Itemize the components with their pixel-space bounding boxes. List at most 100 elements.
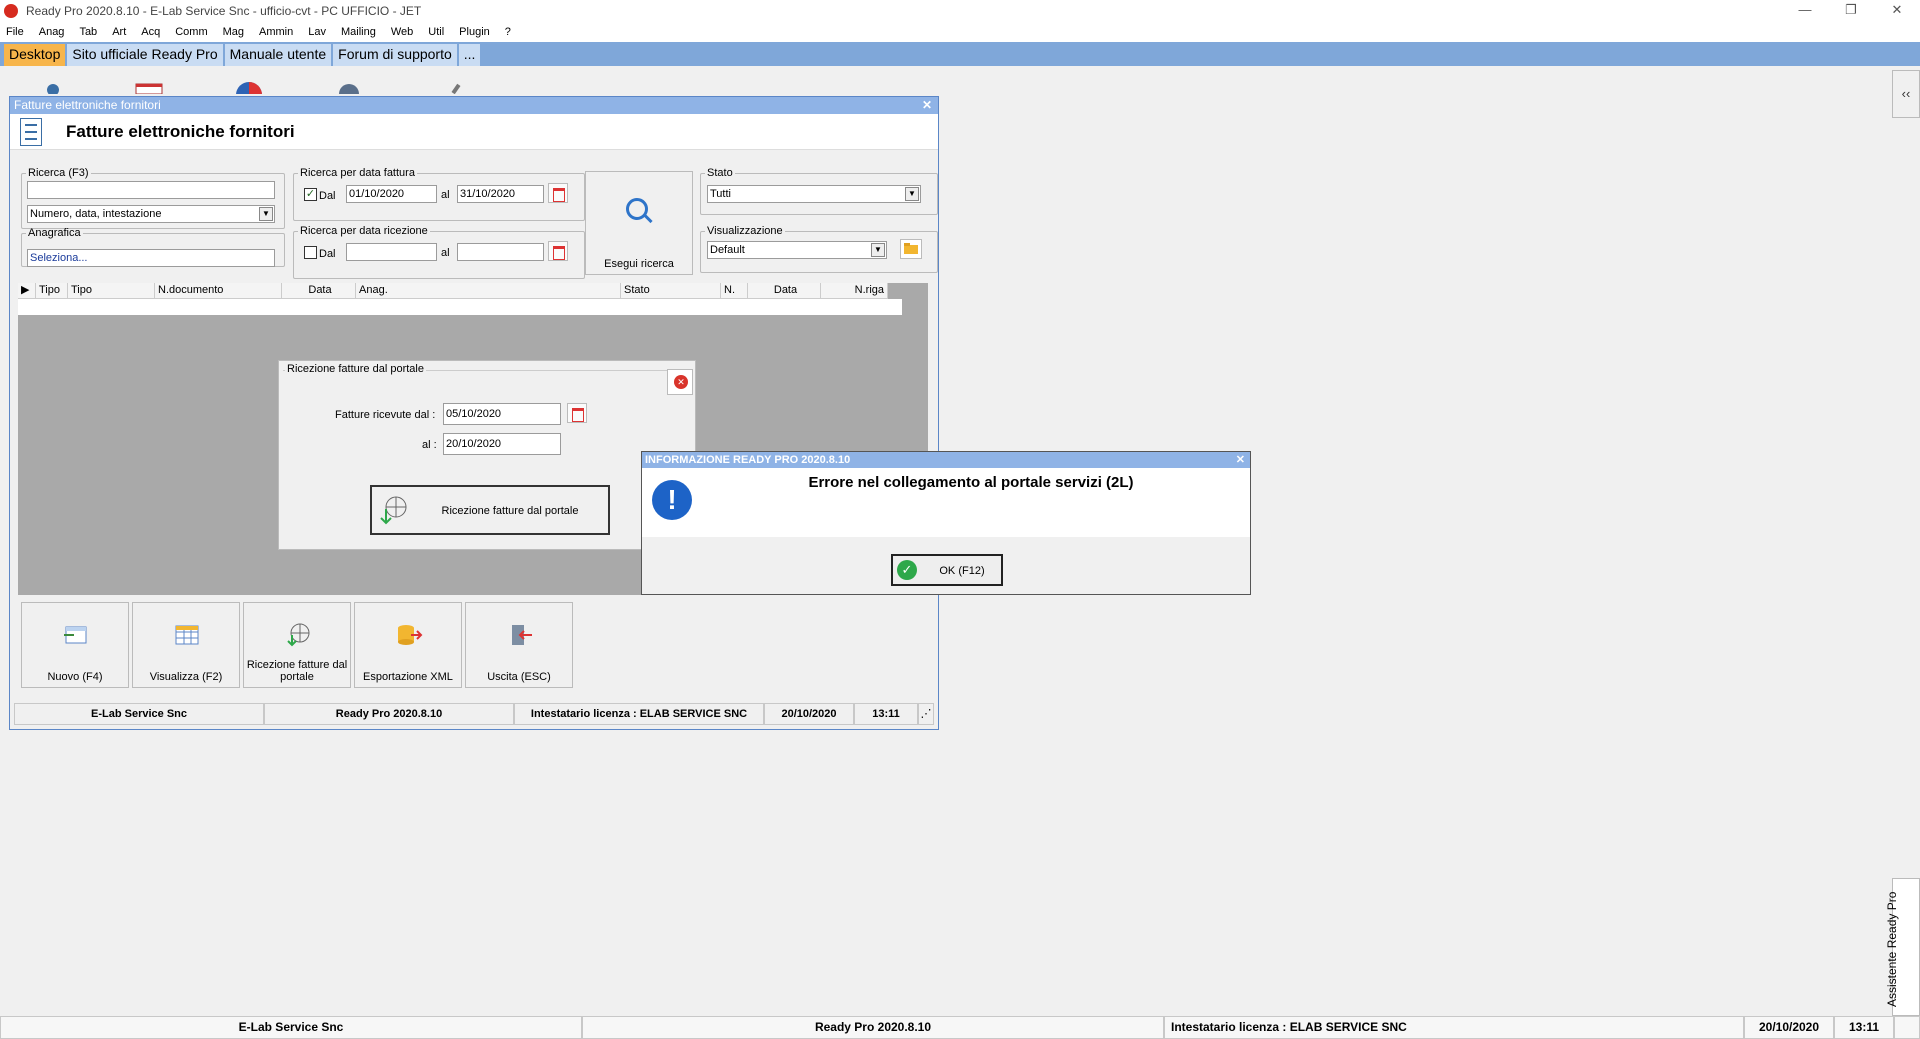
- desktop-tools-icon[interactable]: [444, 80, 474, 94]
- date-receipt-checkbox[interactable]: [304, 246, 317, 259]
- window-header: Fatture elettroniche fornitori: [10, 114, 938, 150]
- side-collapse-button[interactable]: ‹‹: [1892, 70, 1920, 118]
- stato-select[interactable]: Tutti ▼: [707, 185, 921, 203]
- esportazione-button[interactable]: Esportazione XML: [354, 602, 462, 688]
- menu-plugin[interactable]: Plugin: [459, 26, 490, 38]
- close-icon[interactable]: [667, 369, 693, 395]
- table-row[interactable]: [18, 299, 902, 315]
- info-caption: INFORMAZIONE READY PRO 2020.8.10 ✕: [642, 452, 1250, 468]
- date-receipt-legend: Ricerca per data ricezione: [300, 225, 428, 237]
- info-caption-text: INFORMAZIONE READY PRO 2020.8.10: [645, 454, 851, 466]
- ok-button[interactable]: ✓ OK (F12): [891, 554, 1003, 586]
- close-icon[interactable]: ✕: [922, 97, 932, 114]
- chevron-down-icon[interactable]: ▼: [905, 187, 919, 201]
- menu-art[interactable]: Art: [112, 26, 126, 38]
- assistant-tab[interactable]: Assistente Ready Pro: [1885, 878, 1920, 1016]
- date-invoice-from[interactable]: 01/10/2020: [346, 185, 437, 203]
- link-bar: Desktop Sito ufficiale Ready Pro Manuale…: [0, 42, 1920, 66]
- col-stato[interactable]: Stato: [621, 283, 721, 299]
- page-title: Fatture elettroniche fornitori: [66, 122, 295, 141]
- tab-desktop[interactable]: Desktop: [4, 44, 67, 66]
- restore-button[interactable]: ❐: [1828, 0, 1874, 22]
- date-invoice-to[interactable]: 31/10/2020: [457, 185, 544, 203]
- portal-receive-button[interactable]: Ricezione fatture dal portale: [370, 485, 610, 535]
- portal-from-input[interactable]: 05/10/2020: [443, 403, 561, 425]
- uscita-label: Uscita (ESC): [487, 671, 551, 683]
- chevron-down-icon[interactable]: ▼: [259, 207, 273, 221]
- database-export-icon: [398, 625, 423, 645]
- window-caption: Fatture elettroniche fornitori ✕: [10, 97, 938, 114]
- status-time: 13:11: [854, 703, 918, 725]
- col-tipo[interactable]: Tipo: [36, 283, 68, 299]
- portal-to-input[interactable]: 20/10/2020: [443, 433, 561, 455]
- chevron-down-icon[interactable]: ▼: [871, 243, 885, 257]
- close-window-button[interactable]: ✕: [1874, 0, 1920, 22]
- ricezione-portale-dialog: Ricezione fatture dal portale Fatture ri…: [278, 360, 696, 550]
- nuovo-button[interactable]: Nuovo (F4): [21, 602, 129, 688]
- visualizza-button[interactable]: Visualizza (F2): [132, 602, 240, 688]
- search-icon: [626, 198, 648, 220]
- link-manuale-utente[interactable]: Manuale utente: [224, 44, 333, 66]
- desktop-globe-icon[interactable]: [334, 80, 364, 94]
- menu-comm[interactable]: Comm: [175, 26, 207, 38]
- resize-grip-icon[interactable]: ⋰: [918, 703, 934, 725]
- link-more[interactable]: ...: [458, 44, 482, 66]
- window-caption-text: Fatture elettroniche fornitori: [14, 98, 161, 112]
- folder-icon[interactable]: [900, 239, 922, 259]
- col-anag[interactable]: Anag.: [356, 283, 621, 299]
- desktop-chart-icon[interactable]: [234, 80, 264, 94]
- link-sito-ufficiale[interactable]: Sito ufficiale Ready Pro: [67, 44, 224, 66]
- date-invoice-checkbox[interactable]: ✓: [304, 188, 317, 201]
- calendar-icon[interactable]: [548, 241, 568, 261]
- menu-file[interactable]: File: [6, 26, 24, 38]
- stato-value: Tutti: [710, 188, 731, 200]
- check-icon: ✓: [897, 560, 917, 580]
- close-icon[interactable]: ✕: [1236, 452, 1245, 468]
- menu-ammin[interactable]: Ammin: [259, 26, 293, 38]
- search-mode-value: Numero, data, intestazione: [30, 208, 162, 220]
- date-receipt-to[interactable]: [457, 243, 544, 261]
- window-title: Ready Pro 2020.8.10 - E-Lab Service Snc …: [26, 4, 422, 18]
- minimize-button[interactable]: —: [1782, 0, 1828, 22]
- window-status-bar: E-Lab Service Snc Ready Pro 2020.8.10 In…: [14, 703, 934, 725]
- menu-bar: File Anag Tab Art Acq Comm Mag Ammin Lav…: [0, 22, 1920, 42]
- menu-help[interactable]: ?: [505, 26, 511, 38]
- ricezione-button[interactable]: Ricezione fatture dal portale: [243, 602, 351, 688]
- status-company: E-Lab Service Snc: [14, 703, 264, 725]
- col-n-riga[interactable]: N.riga: [821, 283, 888, 299]
- anagrafica-input[interactable]: Seleziona...: [27, 249, 275, 267]
- col-tipo-2[interactable]: Tipo: [68, 283, 155, 299]
- menu-anag[interactable]: Anag: [39, 26, 65, 38]
- desktop-people-icon[interactable]: [38, 80, 68, 94]
- date-receipt-from[interactable]: [346, 243, 437, 261]
- search-input[interactable]: [27, 181, 275, 199]
- menu-mailing[interactable]: Mailing: [341, 26, 376, 38]
- menu-util[interactable]: Util: [428, 26, 444, 38]
- menu-web[interactable]: Web: [391, 26, 413, 38]
- document-icon: [20, 118, 42, 146]
- view-value: Default: [710, 244, 745, 256]
- info-message: Errore nel collegamento al portale servi…: [808, 474, 1134, 491]
- uscita-button[interactable]: Uscita (ESC): [465, 602, 573, 688]
- link-forum-supporto[interactable]: Forum di supporto: [333, 44, 458, 66]
- col-n[interactable]: N.: [721, 283, 748, 299]
- search-button[interactable]: Esegui ricerca: [585, 171, 693, 275]
- menu-tab[interactable]: Tab: [79, 26, 97, 38]
- nuovo-label: Nuovo (F4): [47, 671, 103, 683]
- menu-acq[interactable]: Acq: [141, 26, 160, 38]
- col-data-2[interactable]: Data: [748, 283, 821, 299]
- col-n-documento[interactable]: N.documento: [155, 283, 282, 299]
- col-data[interactable]: Data: [282, 283, 356, 299]
- search-mode-select[interactable]: Numero, data, intestazione ▼: [27, 205, 275, 223]
- calendar-icon[interactable]: [548, 183, 568, 203]
- globe-download-icon: [287, 623, 310, 647]
- menu-lav[interactable]: Lav: [308, 26, 326, 38]
- desktop-calendar-icon[interactable]: [134, 80, 164, 94]
- esportazione-label: Esportazione XML: [363, 671, 453, 683]
- calendar-icon[interactable]: [567, 403, 587, 423]
- menu-mag[interactable]: Mag: [223, 26, 244, 38]
- new-record-icon: [64, 626, 87, 644]
- portal-receive-label: Ricezione fatture dal portale: [441, 505, 579, 517]
- visualizza-label: Visualizza (F2): [149, 671, 223, 683]
- view-select[interactable]: Default ▼: [707, 241, 887, 259]
